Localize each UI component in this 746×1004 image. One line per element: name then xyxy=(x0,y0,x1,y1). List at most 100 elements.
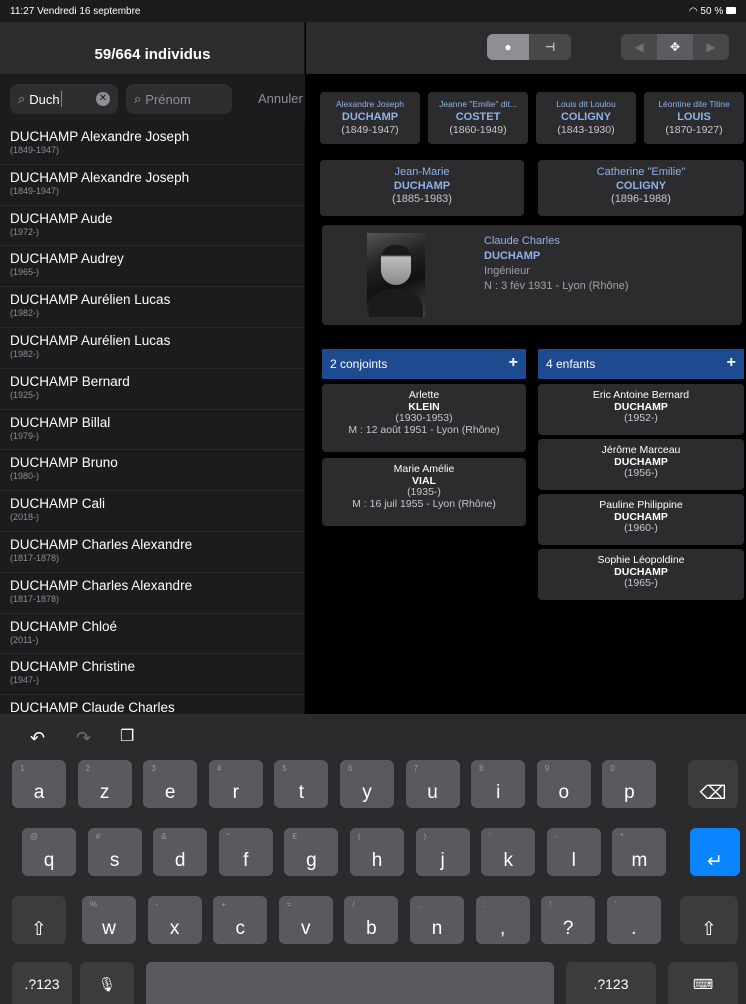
space-bar[interactable] xyxy=(146,962,554,1004)
list-item[interactable]: DUCHAMP Bruno (1980-) xyxy=(0,450,304,492)
grandparent-card[interactable]: Léontine dite Titine LOUIS (1870-1927) xyxy=(644,92,744,144)
move-icon[interactable]: ✥ xyxy=(657,34,693,60)
list-item[interactable]: DUCHAMP Billal (1979-) xyxy=(0,410,304,451)
key-secondary: % xyxy=(90,900,98,909)
key-w[interactable]: % w xyxy=(82,896,136,944)
key-label: u xyxy=(427,782,438,803)
list-item-dates: (1849-1947) xyxy=(10,145,60,155)
grandparent-card[interactable]: Alexandre Joseph DUCHAMP (1849-1947) xyxy=(320,92,420,144)
child-card[interactable]: Sophie Léopoldine DUCHAMP (1965-) xyxy=(538,549,744,600)
spouse-card[interactable]: Arlette KLEIN (1930-1953) M : 12 août 1951 … xyxy=(322,384,526,452)
list-item-name: DUCHAMP Claude Charles xyxy=(10,700,175,714)
child-card[interactable]: Eric Antoine Bernard DUCHAMP (1952-) xyxy=(538,384,744,435)
lastname-search-field[interactable]: ⌕ Duch ✕ xyxy=(10,84,118,114)
key-u[interactable]: 7u xyxy=(405,760,460,808)
eye-icon[interactable]: ● xyxy=(487,34,529,60)
return-icon[interactable]: ↵ xyxy=(690,828,740,876)
parent-card[interactable]: Jean-Marie DUCHAMP (1885-1983) xyxy=(320,160,524,216)
list-item[interactable]: DUCHAMP Alexandre Joseph (1849-1947) xyxy=(0,124,304,165)
key-r[interactable]: 4r xyxy=(208,760,263,808)
lastname-search-value: Duch xyxy=(29,91,60,107)
key-j[interactable]: ) j xyxy=(415,828,470,876)
clear-icon[interactable]: ✕ xyxy=(96,92,110,106)
key-secondary: @ xyxy=(30,832,39,841)
key-g[interactable]: € g xyxy=(284,828,339,876)
spouse-card[interactable]: Marie Amélie VIAL (1935-) M : 16 juil 1955 … xyxy=(322,458,526,526)
list-item[interactable]: DUCHAMP Aurélien Lucas (1982-) xyxy=(0,287,304,328)
list-item[interactable]: DUCHAMP Christine (1947-) xyxy=(0,654,304,696)
list-item[interactable]: DUCHAMP Audrey (1965-) xyxy=(0,246,304,288)
list-item[interactable]: DUCHAMP Bernard (1925-) xyxy=(0,369,304,410)
mic-icon[interactable]: 🎙 xyxy=(80,962,134,1004)
list-item-dates: (1947-) xyxy=(10,675,40,686)
list-item[interactable]: DUCHAMP Claude Charles xyxy=(0,695,304,714)
key-l[interactable]: -l xyxy=(546,828,601,876)
child-card[interactable]: Pauline Philippine DUCHAMP (1960-) xyxy=(538,494,744,545)
list-item[interactable]: DUCHAMP Charles Alexandre (1817-1878) xyxy=(0,532,304,573)
key-z[interactable]: 2z xyxy=(77,760,132,808)
key-question[interactable]: !? xyxy=(541,896,596,944)
child-first-name: Sophie Léopoldine xyxy=(597,554,685,566)
undo-icon[interactable]: ↶ xyxy=(30,728,45,749)
triangle-right-icon[interactable]: ▶ xyxy=(693,34,729,60)
backspace-icon[interactable]: ⌫ xyxy=(688,760,738,808)
add-spouse-button[interactable]: + xyxy=(509,354,518,372)
key-b[interactable]: / b xyxy=(344,896,399,944)
key-v[interactable]: = v xyxy=(278,896,333,944)
list-item[interactable]: DUCHAMP Cali (2018-) xyxy=(0,491,304,532)
list-item[interactable]: DUCHAMP Aude (1972-) xyxy=(0,206,304,247)
key-f[interactable]: " f xyxy=(218,828,273,876)
key-i[interactable]: 8i xyxy=(471,760,526,808)
tree-icon[interactable]: ⊣ xyxy=(529,34,571,60)
list-item-name: DUCHAMP Bernard xyxy=(10,373,130,389)
keyboard-icon[interactable]: ⌨ xyxy=(668,962,738,1004)
key-label: ⇧ xyxy=(31,919,47,940)
key-a[interactable]: 1a xyxy=(12,760,66,808)
clipboard-icon[interactable]: ❐ xyxy=(120,726,134,746)
shift-icon[interactable]: ⇧ xyxy=(12,896,66,944)
key-e[interactable]: 3e xyxy=(143,760,198,808)
key-o[interactable]: 9o xyxy=(536,760,591,808)
list-item[interactable]: DUCHAMP Alexandre Joseph (1849-1947) xyxy=(0,165,304,206)
list-item-name: DUCHAMP Alexandre Joseph xyxy=(10,129,190,144)
children-header[interactable]: 4 enfants + xyxy=(538,349,744,379)
list-item[interactable]: DUCHAMP Charles Alexandre (1817-1878) xyxy=(0,573,304,614)
key-label: y xyxy=(362,782,372,803)
key-h[interactable]: (h xyxy=(350,828,404,876)
grandparent-card[interactable]: Jeanne "Emilie" dit... COSTET (1860-1949) xyxy=(428,92,528,144)
add-child-button[interactable]: + xyxy=(727,354,736,372)
list-header: 59/664 individus xyxy=(0,22,305,74)
key-p[interactable]: 0p xyxy=(602,760,657,808)
key-label: ⌨ xyxy=(692,976,714,992)
key-c[interactable]: + c xyxy=(213,896,268,944)
key-x[interactable]: -x xyxy=(147,896,202,944)
list-item-dates: (2011-) xyxy=(10,634,39,645)
children-count: 4 enfants xyxy=(546,357,596,371)
numbers-key-left[interactable]: .?123 xyxy=(12,962,72,1004)
key-k[interactable]: ' k xyxy=(481,828,536,876)
key-m[interactable]: * m xyxy=(612,828,667,876)
tree-toolbar: ● ⊣ ◀ ✥ ▶ xyxy=(306,22,746,74)
spouses-header[interactable]: 2 conjoints + xyxy=(322,349,526,379)
numbers-key-right[interactable]: .?123 xyxy=(566,962,656,1004)
shift-icon[interactable]: ⇧ xyxy=(680,896,738,944)
cancel-button[interactable]: Annuler xyxy=(258,91,303,106)
key-q[interactable]: @ q xyxy=(22,828,76,876)
triangle-left-icon[interactable]: ◀ xyxy=(621,34,657,60)
key-d[interactable]: & d xyxy=(153,828,208,876)
list-item[interactable]: DUCHAMP Aurélien Lucas (1982-) xyxy=(0,328,304,369)
redo-icon[interactable]: ↷ xyxy=(76,728,91,749)
key-n[interactable]: ; n xyxy=(410,896,464,944)
parent-card[interactable]: Catherine "Emilie" COLIGNY (1896-1988) xyxy=(538,160,744,216)
key-comma[interactable]: :, xyxy=(475,896,530,944)
key-t[interactable]: 5t xyxy=(274,760,329,808)
key-s[interactable]: # s xyxy=(87,828,142,876)
grandparent-card[interactable]: Louis dit Loulou COLIGNY (1843-1930) xyxy=(536,92,636,144)
firstname-search-field[interactable]: ⌕ Prénom xyxy=(126,84,232,114)
key-y[interactable]: 6y xyxy=(340,760,394,808)
list-item-name: DUCHAMP Cali xyxy=(10,496,106,512)
main-person-card[interactable]: Claude Charles DUCHAMP Ingénieur N : 3 f… xyxy=(322,225,742,325)
child-card[interactable]: Jérôme Marceau DUCHAMP (1956-) xyxy=(538,439,744,490)
key-period[interactable]: '. xyxy=(606,896,661,944)
list-item[interactable]: DUCHAMP Chloé (2011-) xyxy=(0,614,304,655)
